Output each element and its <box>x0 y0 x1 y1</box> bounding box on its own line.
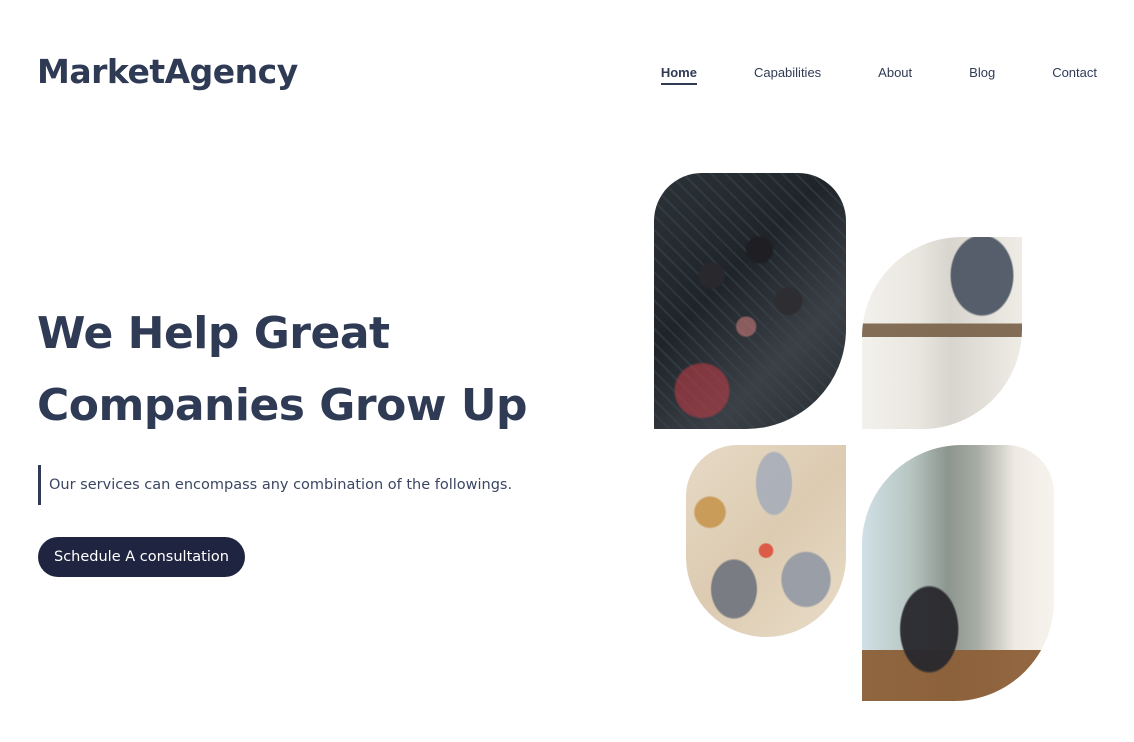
hero-title-line-2: Companies Grow Up <box>37 380 528 431</box>
schedule-consultation-button[interactable]: Schedule A consultation <box>38 537 245 577</box>
hero-lead-text: Our services can encompass any combinati… <box>49 477 513 493</box>
hero-title-line-1: We Help Great <box>37 308 390 359</box>
nav-item-blog[interactable]: Blog <box>969 65 995 85</box>
nav-item-about[interactable]: About <box>878 65 912 85</box>
circuit-board-image <box>654 173 846 429</box>
brand-logo[interactable]: MarketAgency <box>37 52 298 91</box>
nav-item-contact[interactable]: Contact <box>1052 65 1097 85</box>
hero-title: We Help Great Companies Grow Up <box>37 298 557 442</box>
hero-lead: Our services can encompass any combinati… <box>38 465 512 505</box>
laptops-table-image <box>686 445 846 637</box>
office-desk-image <box>862 237 1022 429</box>
nav-item-capabilities[interactable]: Capabilities <box>754 65 821 85</box>
cafe-laptop-image <box>862 445 1054 701</box>
nav-item-home[interactable]: Home <box>660 65 697 85</box>
main-nav: Home Capabilities About Blog Contact <box>660 65 1097 85</box>
